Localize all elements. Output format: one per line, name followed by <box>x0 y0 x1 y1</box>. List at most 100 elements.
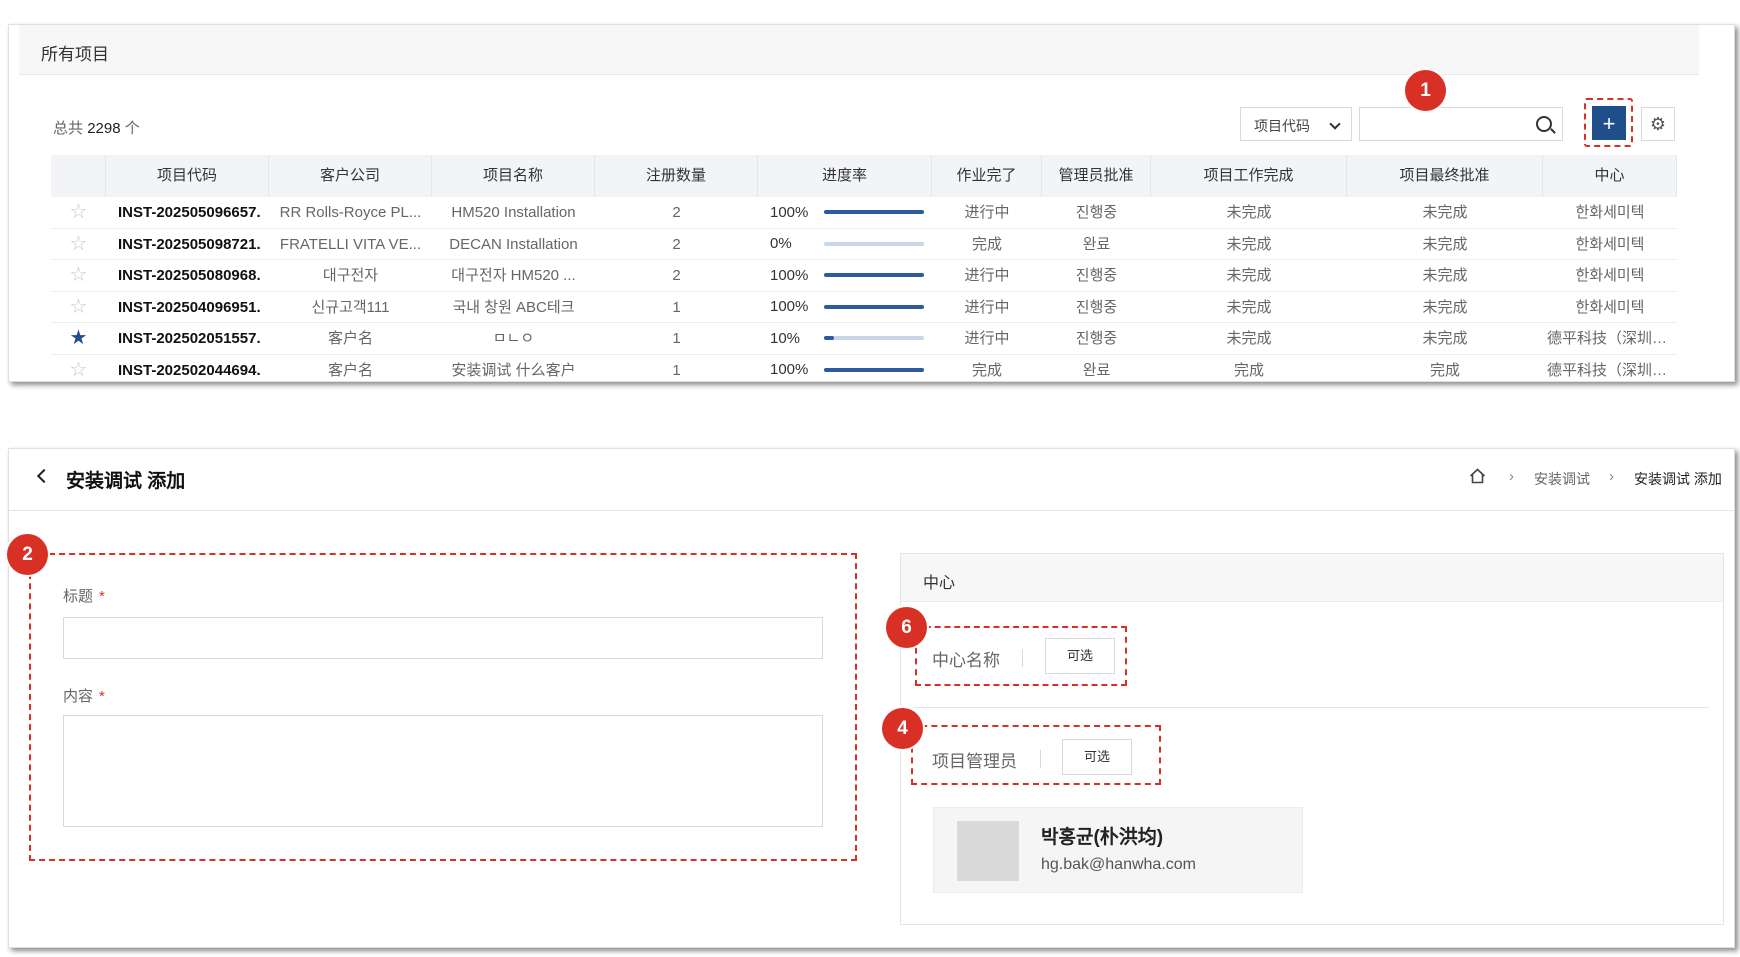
project-list-panel: 所有项目 总共 2298 个 项目代码 + ⚙ 项目代码 客户公司 项目名称 注册数量… <box>8 24 1735 382</box>
content-textarea[interactable] <box>63 715 823 827</box>
breadcrumb-item[interactable]: 安装调试 <box>1534 469 1590 489</box>
table-body: ☆ INST-202505096657. RR Rolls-Royce PL... H… <box>51 197 1677 382</box>
center-header: 中心 <box>1543 155 1677 197</box>
project-table: 项目代码 客户公司 项目名称 注册数量 进度率 作业完了 管理员批准 项目工作完成 项目最终批准… <box>51 155 1677 382</box>
avatar <box>957 821 1019 881</box>
search-icon[interactable] <box>1536 116 1552 132</box>
admin-approval-cell: 완료 <box>1082 235 1111 253</box>
table-row[interactable]: ☆ INST-202502044694. 客户名 安装调试 什么客户 1 100% 完成 완료… <box>51 355 1677 382</box>
table-row[interactable]: ★ INST-202502051557. 客户名 ㅁㄴㅇ 1 10% 进行中 진행중 未完成 未完… <box>51 323 1677 355</box>
progress-bar-fill <box>824 367 924 372</box>
admin-approval-header: 管理员批准 <box>1042 155 1151 197</box>
table-row[interactable]: ☆ INST-202505098721. FRATELLI VITA VE... DE… <box>51 229 1677 260</box>
manager-email: hg.bak@hanwha.com <box>1041 856 1196 873</box>
table-row[interactable]: ☆ INST-202505080968. 대구전자 대구전자 HM520 ... 2 10… <box>51 260 1677 292</box>
project-name-header: 项目名称 <box>432 155 595 197</box>
search-input[interactable] <box>1359 107 1563 141</box>
admin-approval-cell: 진행중 <box>1075 204 1118 221</box>
star-outline-icon[interactable]: ☆ <box>51 292 106 323</box>
page-header: 安装调试 添加 › 安装调试 › 安装调试 添加 <box>9 449 1734 511</box>
annotation-badge-1: 1 <box>1405 70 1446 111</box>
project-name-cell[interactable]: HM520 Installation <box>432 197 595 228</box>
title-field-label: 标题 * <box>63 588 105 605</box>
divider <box>914 707 1709 708</box>
progress-bar <box>824 367 924 372</box>
progress-bar <box>824 336 924 341</box>
project-done-header: 项目工作完成 <box>1151 155 1347 197</box>
quantity-cell: 2 <box>672 235 681 253</box>
settings-button[interactable]: ⚙ <box>1641 107 1675 141</box>
admin-approval-cell: 진행중 <box>1075 267 1118 284</box>
project-code-cell[interactable]: INST-202502044694. <box>106 355 269 382</box>
total-count: 2298 <box>87 120 121 137</box>
table-row[interactable]: ☆ INST-202505096657. RR Rolls-Royce PL... H… <box>51 197 1677 229</box>
project-name-cell[interactable]: 대구전자 HM520 ... <box>432 260 595 291</box>
center-cell: 한화세미텍 <box>1575 204 1645 221</box>
progress-text: 100% <box>770 361 809 379</box>
progress-text: 0% <box>770 235 792 253</box>
quantity-cell: 1 <box>672 361 681 379</box>
progress-cell: 0% <box>758 229 932 260</box>
client-cell: 客户名 <box>327 330 373 347</box>
project-code-cell[interactable]: INST-202502051557. <box>106 323 269 354</box>
star-column <box>51 155 106 197</box>
project-code-cell[interactable]: INST-202505096657. <box>106 197 269 228</box>
admin-approval-cell: 완료 <box>1082 361 1111 379</box>
annotation-badge-4: 4 <box>882 708 923 749</box>
work-status-cell: 完成 <box>971 235 1002 253</box>
final-approval-cell: 未完成 <box>1422 267 1468 284</box>
project-done-cell: 未完成 <box>1226 330 1272 347</box>
star-outline-icon[interactable]: ☆ <box>51 355 106 382</box>
page-title: 安装调试 添加 <box>66 471 186 492</box>
project-done-cell: 未完成 <box>1226 267 1272 284</box>
center-cell: 한화세미텍 <box>1575 235 1645 253</box>
total-count-label: 总共 2298 个 <box>53 120 140 137</box>
quantity-cell: 1 <box>672 330 681 347</box>
work-status-cell: 进行中 <box>964 267 1010 284</box>
star-outline-icon[interactable]: ☆ <box>51 197 106 228</box>
progress-cell: 100% <box>758 292 932 323</box>
center-cell: 한화세미텍 <box>1575 267 1645 284</box>
admin-approval-cell: 진행중 <box>1075 330 1118 347</box>
center-cell: 한화세미텍 <box>1575 298 1645 316</box>
content-field-label: 内容 * <box>63 688 105 705</box>
title-input[interactable] <box>63 617 823 659</box>
chevron-down-icon <box>1329 118 1341 130</box>
progress-cell: 100% <box>758 197 932 228</box>
progress-bar-fill <box>824 210 924 215</box>
star-outline-icon[interactable]: ☆ <box>51 260 106 291</box>
progress-bar <box>824 304 924 309</box>
progress-bar-fill <box>824 336 834 341</box>
quantity-cell: 1 <box>672 298 681 316</box>
project-name-cell[interactable]: 安装调试 什么客户 <box>432 355 595 382</box>
home-icon[interactable] <box>1469 468 1486 484</box>
work-status-header: 作业完了 <box>932 155 1042 197</box>
project-code-cell[interactable]: INST-202505098721. <box>106 229 269 260</box>
back-arrow-icon[interactable] <box>36 468 52 484</box>
project-done-cell: 完成 <box>1233 361 1264 379</box>
center-cell: 德平科技（深圳）有 <box>1547 330 1677 347</box>
project-name-cell[interactable]: 국내 창원 ABC테크 <box>432 292 595 323</box>
annotation-highlight-4 <box>911 725 1161 785</box>
table-row[interactable]: ☆ INST-202504096951. 신규고객111 국내 창원 ABC테크 1 10… <box>51 292 1677 323</box>
search-field-select[interactable]: 项目代码 <box>1240 107 1352 141</box>
page-title: 所有项目 <box>41 45 109 64</box>
annotation-badge-2: 2 <box>7 534 48 575</box>
project-code-cell[interactable]: INST-202504096951. <box>106 292 269 323</box>
final-approval-cell: 未完成 <box>1422 204 1468 221</box>
star-outline-icon[interactable]: ☆ <box>51 229 106 260</box>
progress-cell: 100% <box>758 260 932 291</box>
center-section-title: 中心 <box>923 575 956 592</box>
center-cell: 德平科技（深圳）有 <box>1547 361 1677 379</box>
work-status-cell: 进行中 <box>964 298 1010 316</box>
project-name-cell[interactable]: DECAN Installation <box>432 229 595 260</box>
work-status-cell: 进行中 <box>964 330 1010 347</box>
star-filled-icon[interactable]: ★ <box>51 323 106 354</box>
gear-icon: ⚙ <box>1649 114 1667 134</box>
client-cell: 대구전자 <box>322 267 379 284</box>
annotation-highlight-6 <box>915 626 1127 686</box>
project-code-cell[interactable]: INST-202505080968. <box>106 260 269 291</box>
work-status-cell: 完成 <box>971 361 1002 379</box>
progress-bar-fill <box>824 304 924 309</box>
project-name-cell[interactable]: ㅁㄴㅇ <box>432 323 595 354</box>
